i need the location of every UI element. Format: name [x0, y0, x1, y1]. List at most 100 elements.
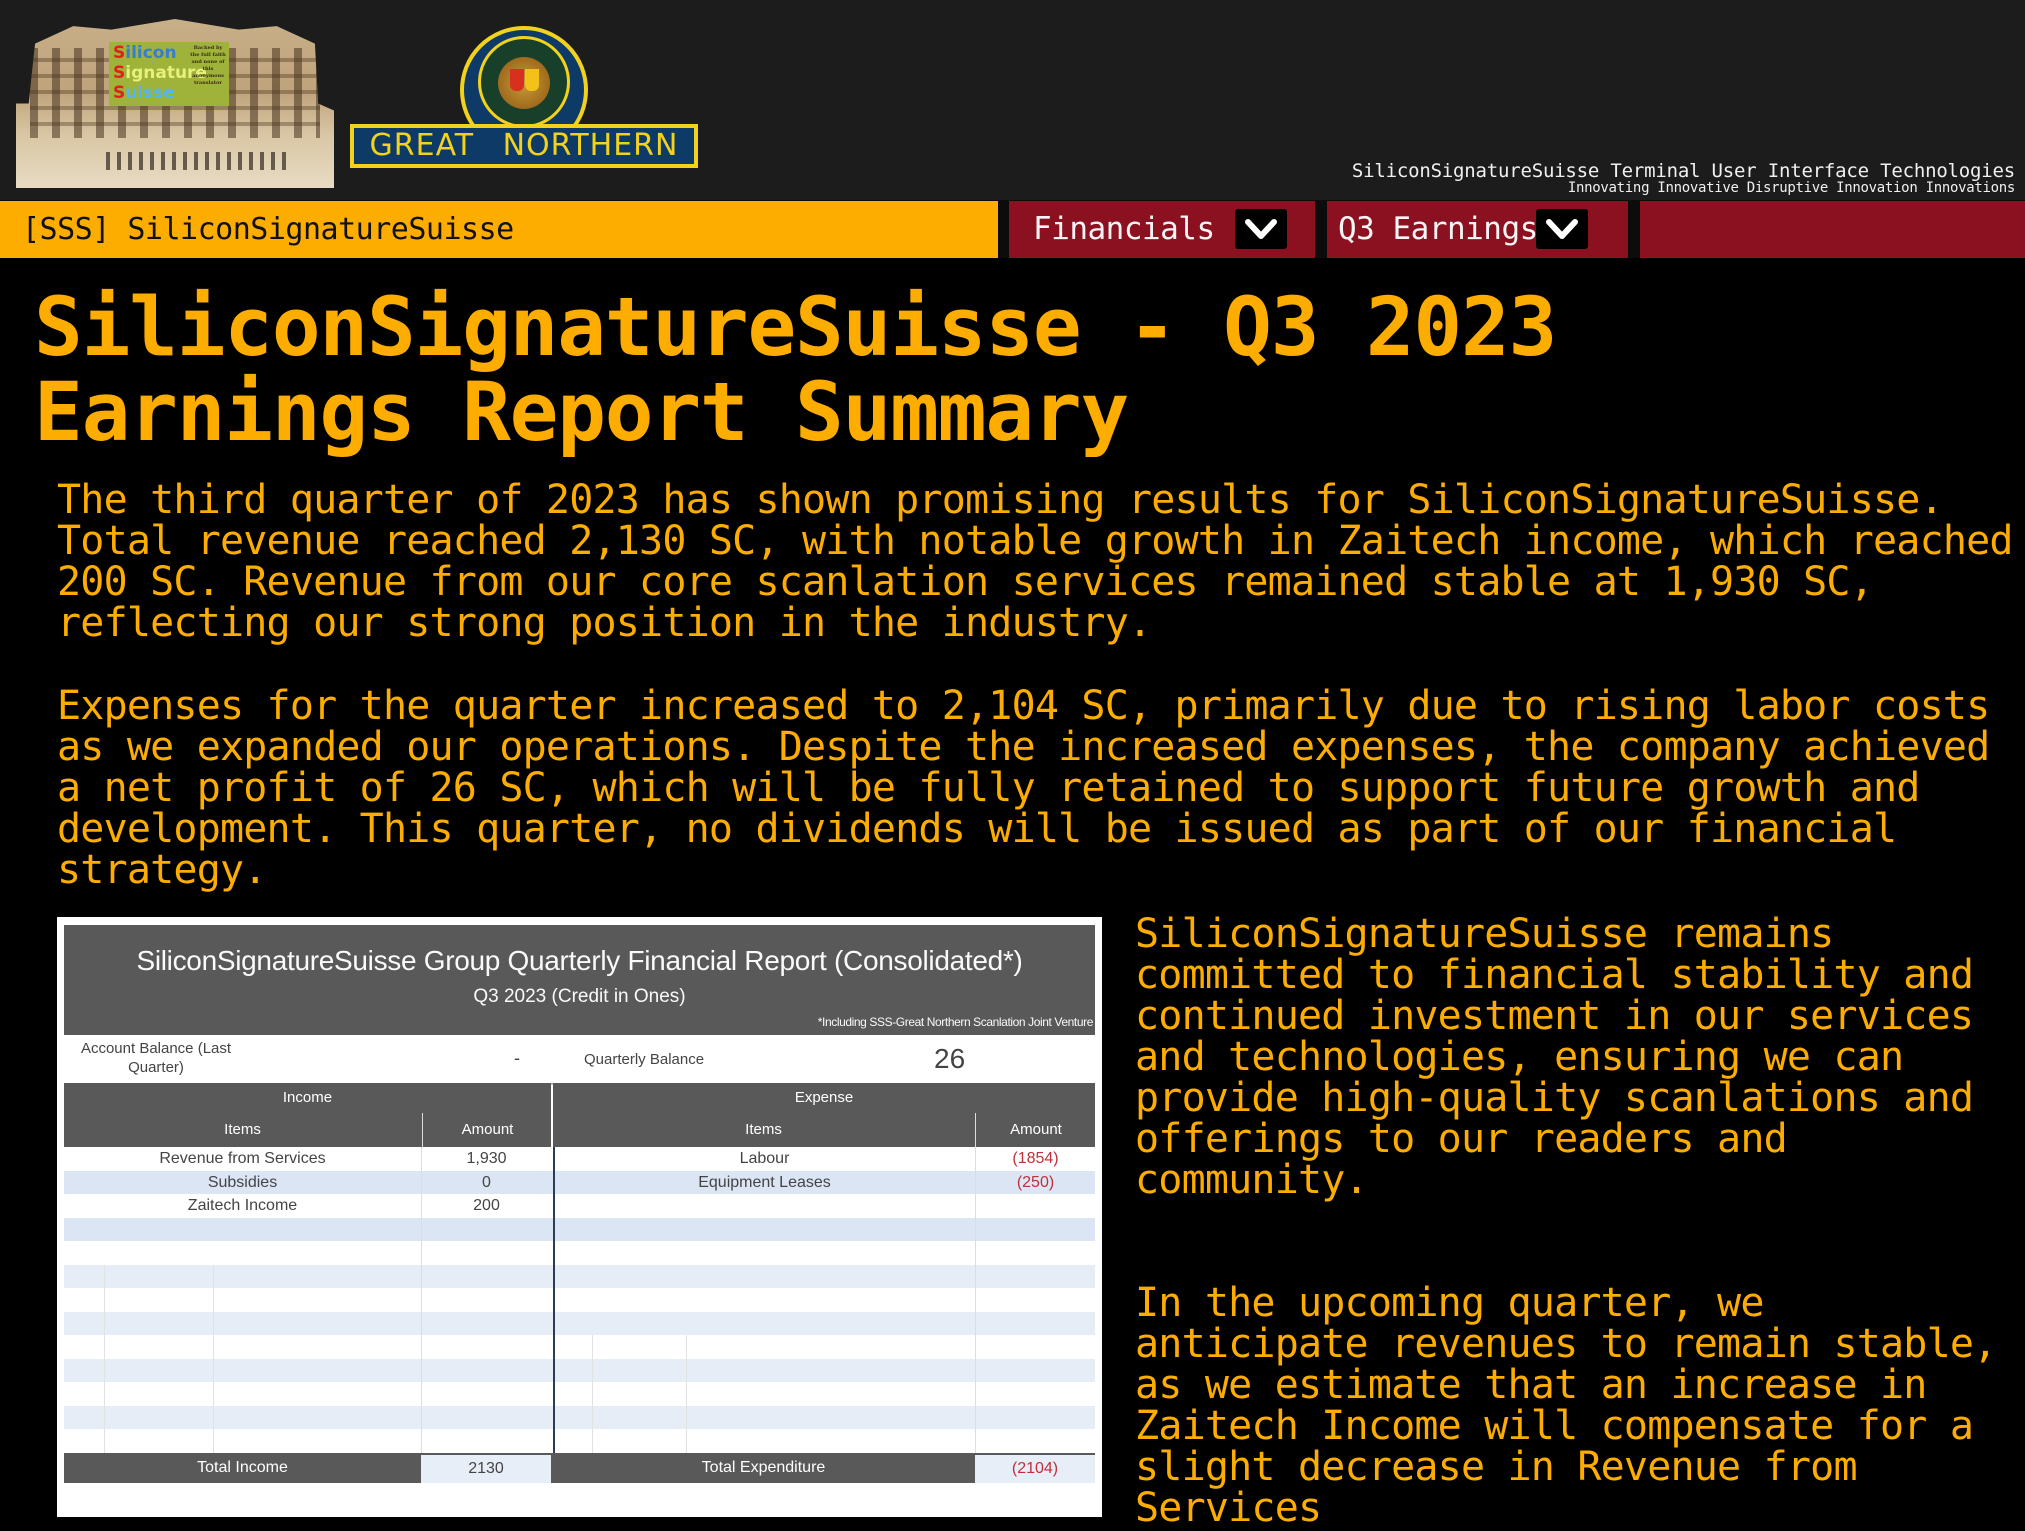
- table-row: [64, 1335, 1095, 1359]
- income-item-cell: [64, 1312, 421, 1336]
- chevron-down-icon[interactable]: [1536, 209, 1588, 249]
- grid-line: [104, 1264, 105, 1453]
- income-amount-cell: [421, 1217, 551, 1241]
- financial-report-figure: SiliconSignatureSuisse Group Quarterly F…: [57, 917, 1102, 1517]
- total-income-value: 2130: [421, 1454, 551, 1483]
- expense-item-cell: [553, 1382, 974, 1406]
- chevron-down-icon[interactable]: [1235, 209, 1287, 249]
- expense-amount-cell: (250): [975, 1170, 1095, 1194]
- income-item-cell: [64, 1288, 421, 1312]
- total-income-label: Total Income: [197, 1458, 288, 1476]
- table-row: [64, 1358, 1095, 1383]
- nav-home-link[interactable]: [SSS] SiliconSignatureSuisse: [0, 201, 998, 258]
- income-item-cell: [64, 1429, 421, 1453]
- income-amount-cell: [421, 1382, 551, 1406]
- income-item-cell: Revenue from Services: [159, 1150, 326, 1167]
- expense-amount-cell: [975, 1264, 1095, 1288]
- account-balance-label: Account Balance (Last Quarter): [80, 1040, 232, 1076]
- income-amount-cell: [421, 1405, 551, 1429]
- report-header: SiliconSignatureSuisse Group Quarterly F…: [64, 925, 1095, 1035]
- tagline: SiliconSignatureSuisse Terminal User Int…: [1351, 160, 2015, 182]
- table-row: [64, 1264, 1095, 1289]
- table-row: [64, 1311, 1095, 1336]
- account-balance-value: -: [514, 1048, 520, 1068]
- table-row: Revenue from Services 1,930 Labour (1854): [64, 1147, 1095, 1171]
- income-amount-cell: 1,930: [421, 1147, 551, 1171]
- income-item-cell: [64, 1265, 421, 1289]
- quarterly-balance-label: Quarterly Balance: [584, 1051, 705, 1068]
- table-body: Revenue from Services 1,930 Labour (1854) Su…: [64, 1147, 1095, 1453]
- income-item-cell: Subsidies: [207, 1173, 278, 1191]
- sss-building-logo[interactable]: Silicon Signature Suisse Backed by the f…: [16, 19, 334, 188]
- quarterly-balance-value: 26: [934, 1043, 966, 1074]
- coat-of-arms-icon: [498, 57, 550, 109]
- summary-paragraph-revenue: The third quarter of 2023 has shown prom…: [57, 477, 2014, 646]
- expense-amount-cell: [975, 1382, 1095, 1406]
- expense-item-cell: [553, 1241, 974, 1265]
- expense-amount-cell: [975, 1405, 1095, 1429]
- income-amount-header: Amount: [422, 1113, 552, 1147]
- income-amount-cell: [421, 1335, 551, 1359]
- balance-row: Account Balance (Last Quarter) - Quarter…: [64, 1035, 1095, 1085]
- street-crowd: [106, 152, 286, 170]
- grid-line: [686, 1335, 687, 1453]
- income-amount-cell: 200: [421, 1194, 551, 1218]
- expense-amount-cell: [975, 1429, 1095, 1453]
- income-item-cell: [64, 1359, 421, 1383]
- nav-tab-label: Q3 Earnings: [1338, 211, 1538, 247]
- total-expenditure-label: Total Expenditure: [701, 1458, 826, 1476]
- report-title: SiliconSignatureSuisse Group Quarterly F…: [136, 945, 1023, 976]
- expense-amount-header: Amount: [975, 1113, 1096, 1147]
- expense-amount-cell: [975, 1358, 1095, 1382]
- grid-line: [213, 1264, 214, 1453]
- income-item-cell: Zaitech Income: [187, 1197, 298, 1214]
- income-item-cell: [64, 1406, 421, 1430]
- table-row: [64, 1288, 1095, 1312]
- income-item-cell: [64, 1241, 421, 1265]
- expense-item-cell: [553, 1358, 974, 1382]
- table-row: [64, 1429, 1095, 1453]
- expense-amount-cell: [975, 1194, 1095, 1218]
- expense-amount-cell: [975, 1335, 1095, 1359]
- outlook-paragraph-forecast: In the upcoming quarter, we anticipate r…: [1135, 1280, 1997, 1531]
- expense-item-cell: [553, 1429, 974, 1453]
- expense-amount-cell: [975, 1217, 1095, 1241]
- nav-tab-q3-earnings[interactable]: Q3 Earnings: [1327, 201, 1628, 258]
- expense-amount-cell: (1854): [975, 1147, 1095, 1171]
- income-item-cell: [64, 1382, 421, 1406]
- great-northern-logo[interactable]: GREAT NORTHERN: [350, 26, 698, 168]
- subtagline: Innovating Innovative Disruptive Innovat…: [1567, 180, 2015, 196]
- report-footnote: *Including SSS-Great Northern Scanlation…: [817, 1015, 1094, 1029]
- table-row: [64, 1217, 1095, 1241]
- report-subtitle: Q3 2023 (Credit in Ones): [473, 986, 686, 1007]
- tagline-block: SiliconSignatureSuisse Terminal User Int…: [1352, 161, 2015, 195]
- income-item-cell: [64, 1335, 421, 1359]
- nav-tab-label: Financials: [1033, 211, 1215, 247]
- expense-item-cell: [553, 1405, 974, 1429]
- expense-items-header: Items: [745, 1121, 782, 1138]
- top-banner: Silicon Signature Suisse Backed by the f…: [0, 0, 2025, 200]
- table-row: Zaitech Income 200: [64, 1194, 1095, 1218]
- income-amount-cell: [421, 1358, 551, 1382]
- nav-tab-financials[interactable]: Financials: [1009, 201, 1315, 258]
- page-title: SiliconSignatureSuisse - Q3 2023 Earning…: [34, 281, 1557, 460]
- expense-item-cell: [553, 1194, 974, 1218]
- income-header: Income Items Amount: [64, 1083, 551, 1147]
- expense-item-cell: [553, 1311, 974, 1335]
- income-amount-cell: 0: [421, 1170, 551, 1194]
- nav-bar: [SSS] SiliconSignatureSuisse Financials …: [0, 200, 2025, 258]
- income-amount-cell: [421, 1288, 551, 1312]
- income-amount-cell: [421, 1429, 551, 1453]
- expense-header: Expense Items Amount: [553, 1083, 1095, 1147]
- table-row: [64, 1241, 1095, 1265]
- expense-item-cell: [553, 1264, 974, 1288]
- income-amount-cell: [421, 1311, 551, 1335]
- great-northern-plate: GREAT NORTHERN: [350, 124, 698, 168]
- expense-item-cell: [553, 1288, 974, 1312]
- sign-fine-print: Backed by the full faith and none of thi…: [190, 45, 226, 86]
- total-expenditure-value: (2104): [975, 1454, 1095, 1483]
- grid-line: [592, 1335, 593, 1453]
- income-amount-cell: [421, 1264, 551, 1288]
- outlook-paragraph-commitment: SiliconSignatureSuisse remains committed…: [1135, 911, 1974, 1203]
- table-row: Subsidies 0 Equipment Leases (250): [64, 1170, 1095, 1194]
